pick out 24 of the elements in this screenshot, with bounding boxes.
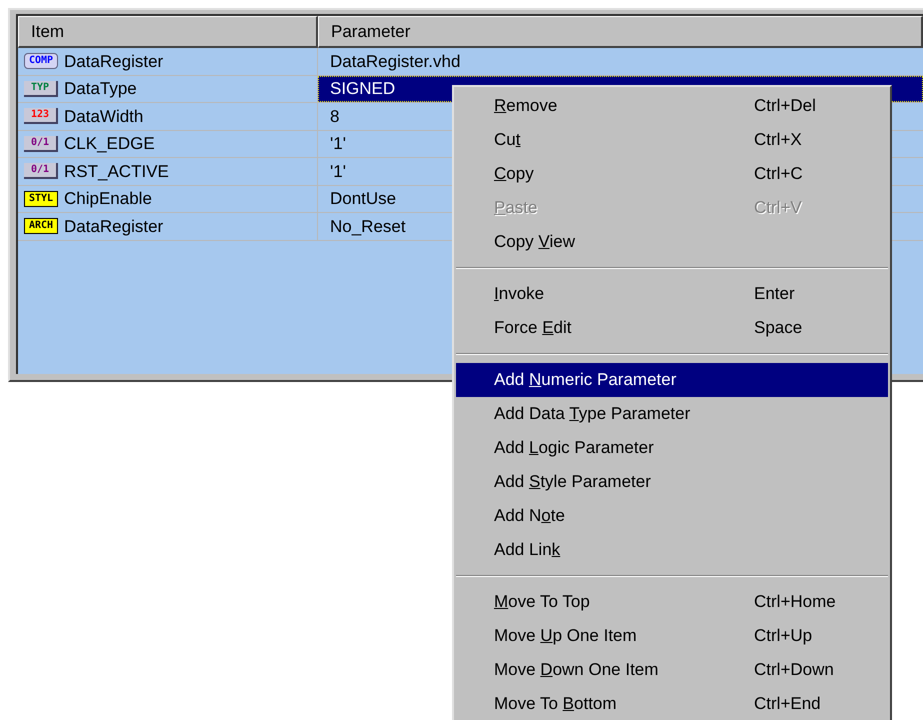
shortcut-label: Ctrl+Home xyxy=(754,591,836,614)
shortcut-label: Ctrl+Down xyxy=(754,659,834,682)
item-name: DataRegister xyxy=(64,216,164,238)
item-name: ChipEnable xyxy=(64,188,152,210)
type-badge-icon: 0/1 xyxy=(24,163,58,180)
shortcut-label: Space xyxy=(754,317,802,340)
shortcut-label: Ctrl+End xyxy=(754,693,821,716)
item-name: CLK_EDGE xyxy=(64,133,155,155)
shortcut-label: Ctrl+X xyxy=(754,129,802,152)
shortcut-label: Ctrl+C xyxy=(754,163,803,186)
shortcut-label: Ctrl+Up xyxy=(754,625,812,648)
item-name: RST_ACTIVE xyxy=(64,160,169,182)
type-badge-icon: 123 xyxy=(24,108,58,124)
type-badge-icon: COMP xyxy=(24,53,58,70)
shortcut-label: Ctrl+V xyxy=(754,197,802,220)
item-name: DataRegister xyxy=(64,50,164,72)
shortcut-label: Ctrl+Del xyxy=(754,95,816,118)
item-name: DataWidth xyxy=(64,106,144,128)
shortcut-label: Enter xyxy=(754,283,795,306)
type-badge-icon: STYL xyxy=(24,190,58,207)
type-badge-icon: TYP xyxy=(24,80,58,97)
type-badge-icon: 0/1 xyxy=(24,136,58,152)
item-name: DataType xyxy=(64,78,137,100)
type-badge-icon: ARCH xyxy=(24,218,58,234)
